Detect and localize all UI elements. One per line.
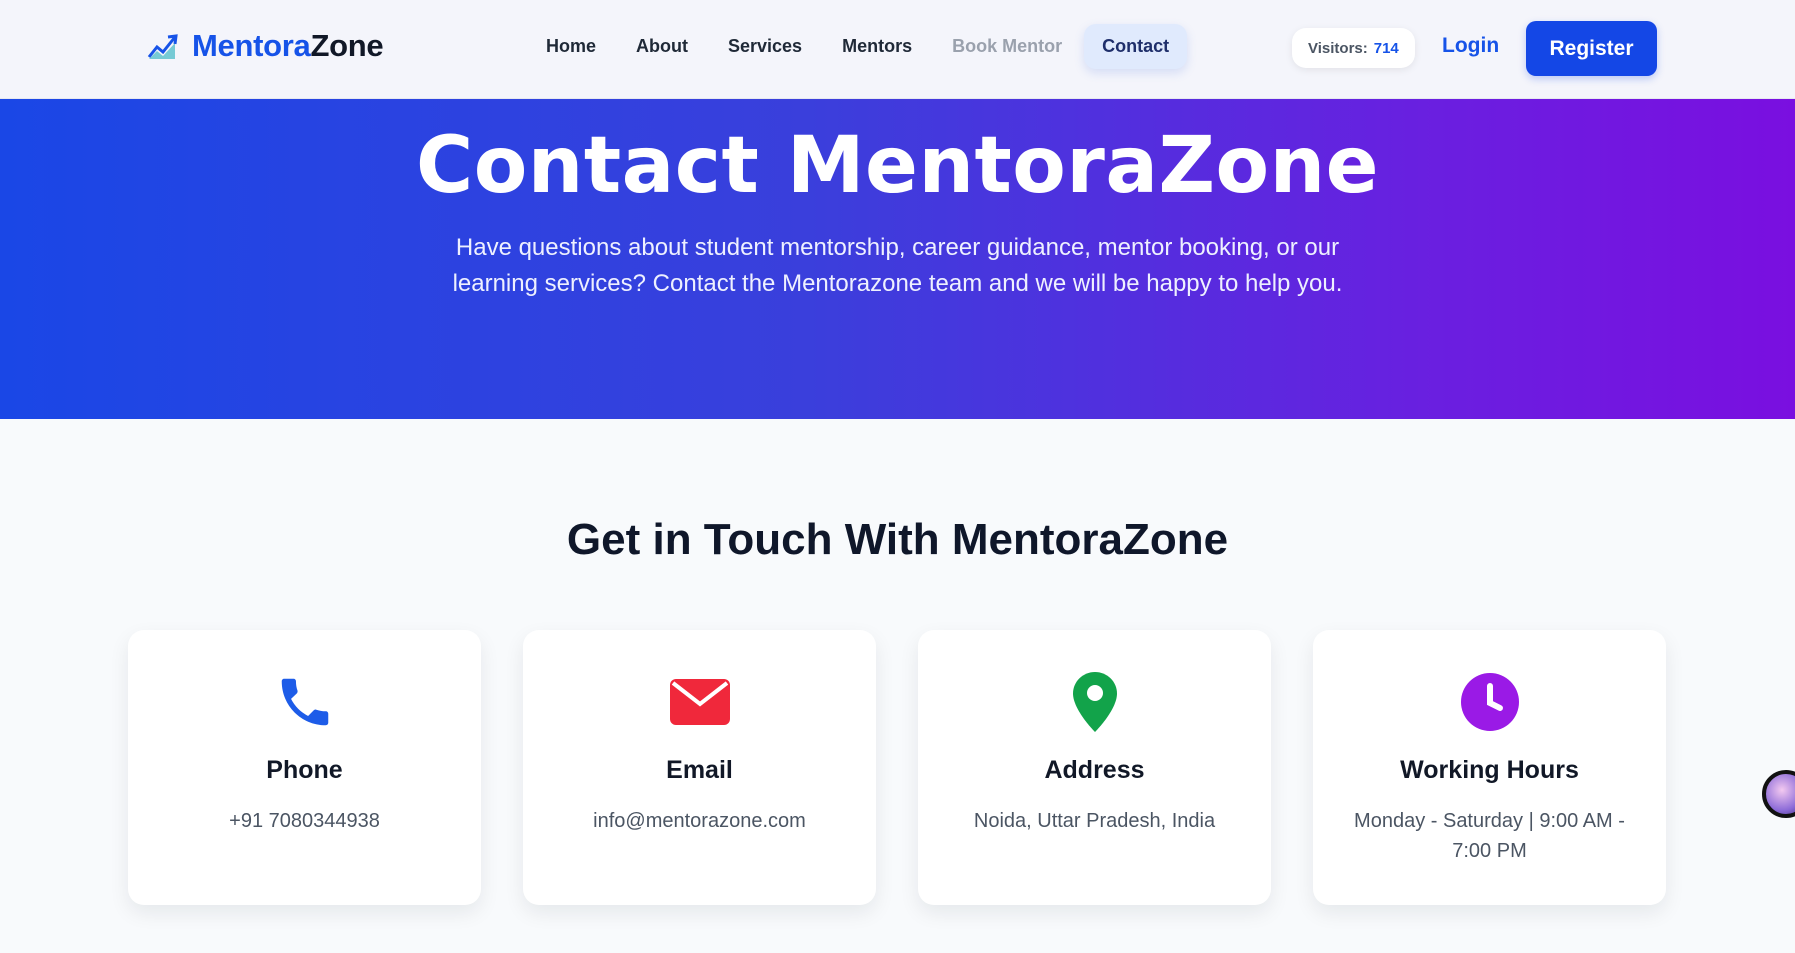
nav-mentors[interactable]: Mentors xyxy=(824,24,930,69)
card-title: Email xyxy=(666,756,733,784)
email-icon xyxy=(669,679,730,725)
brand-logo-link[interactable]: MentoraZone xyxy=(146,28,384,64)
card-text: info@mentorazone.com xyxy=(593,810,806,832)
top-navbar: MentoraZone Home About Services Mentors … xyxy=(0,0,1795,99)
nav-home[interactable]: Home xyxy=(528,24,614,69)
brand-name: MentoraZone xyxy=(192,28,384,63)
clock-icon xyxy=(1460,673,1519,731)
register-button[interactable]: Register xyxy=(1526,21,1657,76)
card-text: +91 7080344938 xyxy=(229,810,380,832)
nav-about[interactable]: About xyxy=(618,24,706,69)
section-title: Get in Touch With MentoraZone xyxy=(566,515,1229,564)
hero-subtitle: Have questions about student mentorship,… xyxy=(452,234,1343,297)
contact-card-hours: Working Hours Monday - Saturday | 9:00 A… xyxy=(1313,630,1666,905)
visitors-label: Visitors: xyxy=(1308,39,1368,57)
contact-card-email: Email info@mentorazone.com xyxy=(523,630,876,905)
visitors-count: 714 xyxy=(1373,39,1399,57)
hero-banner: Contact MentoraZone Have questions about… xyxy=(0,99,1795,419)
card-text: Noida, Uttar Pradesh, India xyxy=(973,810,1216,832)
contact-cards: Phone +91 7080344938 Email info@mentoraz… xyxy=(128,630,1666,905)
card-title: Working Hours xyxy=(1400,756,1579,784)
contact-card-address: Address Noida, Uttar Pradesh, India xyxy=(918,630,1271,905)
card-text: Monday - Saturday | 9:00 AM - 7:00 PM xyxy=(1354,810,1625,862)
login-link[interactable]: Login xyxy=(1442,34,1499,58)
chart-trend-icon xyxy=(147,34,178,59)
location-pin-icon xyxy=(1072,672,1117,732)
visitors-badge: Visitors: 714 xyxy=(1292,28,1415,68)
card-title: Address xyxy=(1044,756,1145,784)
nav-book-mentor[interactable]: Book Mentor xyxy=(934,24,1080,69)
phone-icon xyxy=(281,678,328,726)
main-nav: Home About Services Mentors Book Mentor … xyxy=(528,24,1191,69)
hero-title: Contact MentoraZone xyxy=(415,121,1380,211)
card-title: Phone xyxy=(266,756,343,784)
nav-contact[interactable]: Contact xyxy=(1084,24,1188,69)
nav-services[interactable]: Services xyxy=(710,24,820,69)
contact-card-phone: Phone +91 7080344938 xyxy=(128,630,481,905)
chat-assistant-button[interactable] xyxy=(1762,770,1795,818)
